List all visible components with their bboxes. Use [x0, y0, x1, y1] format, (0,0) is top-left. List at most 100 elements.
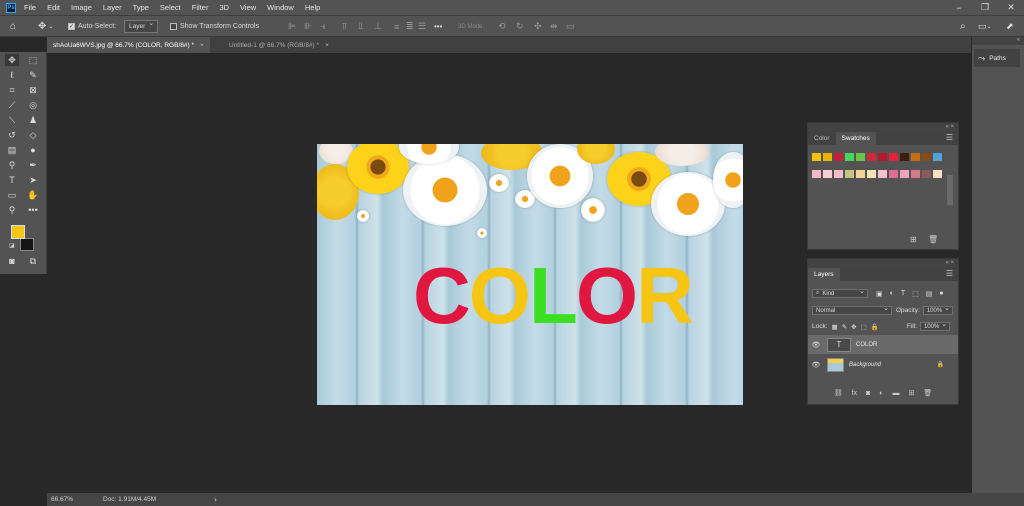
color-swatch[interactable]	[911, 170, 920, 178]
distribute-bottom-icon[interactable]: ☰	[418, 16, 426, 37]
color-swatch[interactable]	[889, 153, 898, 161]
mask-icon[interactable]: ◙	[866, 390, 870, 397]
panel-collapse-icon[interactable]: « ×	[808, 259, 958, 267]
tab-document-1[interactable]: shAoUa6WVS.jpg @ 66.7% (COLOR, RGB/8#) *…	[47, 37, 210, 53]
more-options-icon[interactable]: •••	[434, 16, 442, 37]
adjustment-icon[interactable]: ◐	[879, 390, 883, 397]
lock-all-icon[interactable]: 🔒	[871, 323, 879, 331]
shape-filter-icon[interactable]: ⬚	[912, 290, 919, 298]
tab-document-2[interactable]: Untitled-1 @ 66.7% (RGB/8#) * ×	[223, 37, 335, 53]
pen-tool-icon[interactable]: ✒	[26, 159, 40, 171]
panel-collapse-icon[interactable]: « ×	[808, 123, 958, 131]
filter-kind-dropdown[interactable]: ⌕ Kind	[812, 287, 868, 298]
color-swatch[interactable]	[878, 153, 887, 161]
type-filter-icon[interactable]: T	[901, 290, 905, 297]
3d-roll-icon[interactable]: ↻	[516, 16, 524, 37]
distribute-top-icon[interactable]: ≡	[394, 16, 399, 37]
dodge-tool-icon[interactable]: ⚲	[5, 159, 19, 171]
color-swatch[interactable]	[856, 170, 865, 178]
blend-mode-dropdown[interactable]: Normal	[812, 304, 892, 315]
color-swatch[interactable]	[878, 170, 887, 178]
move-tool-icon[interactable]: ✥	[5, 54, 19, 66]
menu-3d[interactable]: 3D	[219, 3, 229, 12]
opacity-field[interactable]: 100%	[922, 304, 953, 315]
panel-menu-icon[interactable]: ☰	[946, 269, 953, 278]
eyedropper-tool-icon[interactable]: ⟋	[5, 99, 19, 111]
history-brush-icon[interactable]: ↺	[5, 129, 19, 141]
lasso-tool-icon[interactable]: ℓ	[5, 69, 19, 81]
quick-select-tool-icon[interactable]: ✎	[26, 69, 40, 81]
menu-edit[interactable]: Edit	[47, 3, 60, 12]
menu-select[interactable]: Select	[160, 3, 181, 12]
align-center-icon[interactable]: ⊪	[304, 16, 312, 37]
workspace-icon[interactable]: ▭ ⌄	[978, 16, 992, 37]
pixel-filter-icon[interactable]: ▣	[876, 290, 883, 298]
eye-icon[interactable]: 👁	[808, 341, 824, 349]
brush-tool-icon[interactable]: ⟍	[5, 114, 19, 126]
menu-filter[interactable]: Filter	[192, 3, 209, 12]
3d-scale-icon[interactable]: ▭	[566, 16, 575, 37]
background-color-swatch[interactable]	[20, 238, 34, 251]
color-swatch[interactable]	[900, 170, 909, 178]
path-select-tool-icon[interactable]: ➤	[26, 174, 40, 186]
filter-toggle-icon[interactable]: ●	[939, 290, 943, 297]
color-swatch[interactable]	[812, 170, 821, 178]
3d-orbit-icon[interactable]: ⟲	[498, 16, 506, 37]
share-icon[interactable]: ⬈	[1006, 16, 1014, 37]
minimize-icon[interactable]: −	[946, 0, 972, 15]
menu-file[interactable]: File	[24, 3, 36, 12]
home-icon[interactable]: ⌂	[10, 16, 16, 37]
document-canvas[interactable]: C O L O R	[317, 144, 743, 405]
restore-icon[interactable]: ❐	[972, 0, 998, 15]
shape-tool-icon[interactable]: ▭	[5, 189, 19, 201]
3d-pan-icon[interactable]: ✣	[534, 16, 542, 37]
color-swatch[interactable]	[867, 153, 876, 161]
gradient-tool-icon[interactable]: ▤	[5, 144, 19, 156]
tab-layers[interactable]: Layers	[808, 268, 840, 281]
align-top-icon[interactable]: ⫪	[342, 16, 347, 37]
eraser-tool-icon[interactable]: ◇	[26, 129, 40, 141]
color-swatch[interactable]	[933, 153, 942, 161]
quick-mask-icon[interactable]: ◙	[5, 255, 19, 267]
search-icon[interactable]: ⌕	[960, 16, 966, 37]
align-left-icon[interactable]: ⊫	[288, 16, 296, 37]
edit-toolbar-icon[interactable]: •••	[26, 204, 40, 216]
tab-swatches[interactable]: Swatches	[835, 132, 876, 145]
3d-slide-icon[interactable]: ⇹	[550, 16, 558, 37]
layer-row-background[interactable]: 👁 Background 🔒	[808, 355, 958, 374]
color-swatch[interactable]	[823, 153, 832, 161]
color-swatch[interactable]	[834, 170, 843, 178]
show-transform-toggle[interactable]: Show Transform Controls	[170, 16, 259, 37]
move-tool-icon[interactable]: ✥ ⌄	[38, 16, 53, 37]
color-swatch[interactable]	[845, 153, 854, 161]
photoshop-logo-icon[interactable]: Ps	[6, 2, 16, 13]
type-tool-icon[interactable]: T	[5, 174, 19, 186]
lock-position-icon[interactable]: ✥	[851, 323, 856, 331]
distribute-middle-icon[interactable]: ≣	[406, 16, 414, 37]
auto-select-checkbox[interactable]: ✓	[68, 23, 75, 30]
menu-view[interactable]: View	[240, 3, 256, 12]
align-middle-icon[interactable]: ⫫	[358, 16, 363, 37]
foreground-color-swatch[interactable]	[11, 225, 25, 239]
color-swatch[interactable]	[889, 170, 898, 178]
color-text-layer[interactable]: C O L O R	[413, 256, 694, 336]
color-swatch[interactable]	[856, 153, 865, 161]
default-colors-icon[interactable]: ◪	[9, 242, 15, 249]
crop-tool-icon[interactable]: ⌗	[5, 84, 19, 96]
folder-icon[interactable]: ▬	[893, 390, 900, 397]
eye-icon[interactable]: 👁	[808, 361, 824, 369]
hand-tool-icon[interactable]: ✋	[26, 189, 40, 201]
color-swatch[interactable]	[911, 153, 920, 161]
new-swatch-icon[interactable]: ⊞	[910, 235, 917, 244]
color-swatch[interactable]	[922, 170, 931, 178]
layer-row-color[interactable]: 👁 T COLOR	[808, 335, 958, 354]
menu-image[interactable]: Image	[71, 3, 92, 12]
panel-menu-icon[interactable]: ☰	[946, 133, 953, 142]
fill-field[interactable]: 100%	[919, 320, 950, 331]
blur-tool-icon[interactable]: ●	[26, 144, 40, 156]
screen-mode-icon[interactable]: ⧉	[26, 255, 40, 267]
paths-panel-button[interactable]: ⤳ Paths	[974, 49, 1020, 67]
tab-color[interactable]: Color	[808, 132, 836, 145]
align-bottom-icon[interactable]: ⊥	[374, 16, 382, 37]
lock-pixels-icon[interactable]: ✎	[842, 323, 847, 331]
